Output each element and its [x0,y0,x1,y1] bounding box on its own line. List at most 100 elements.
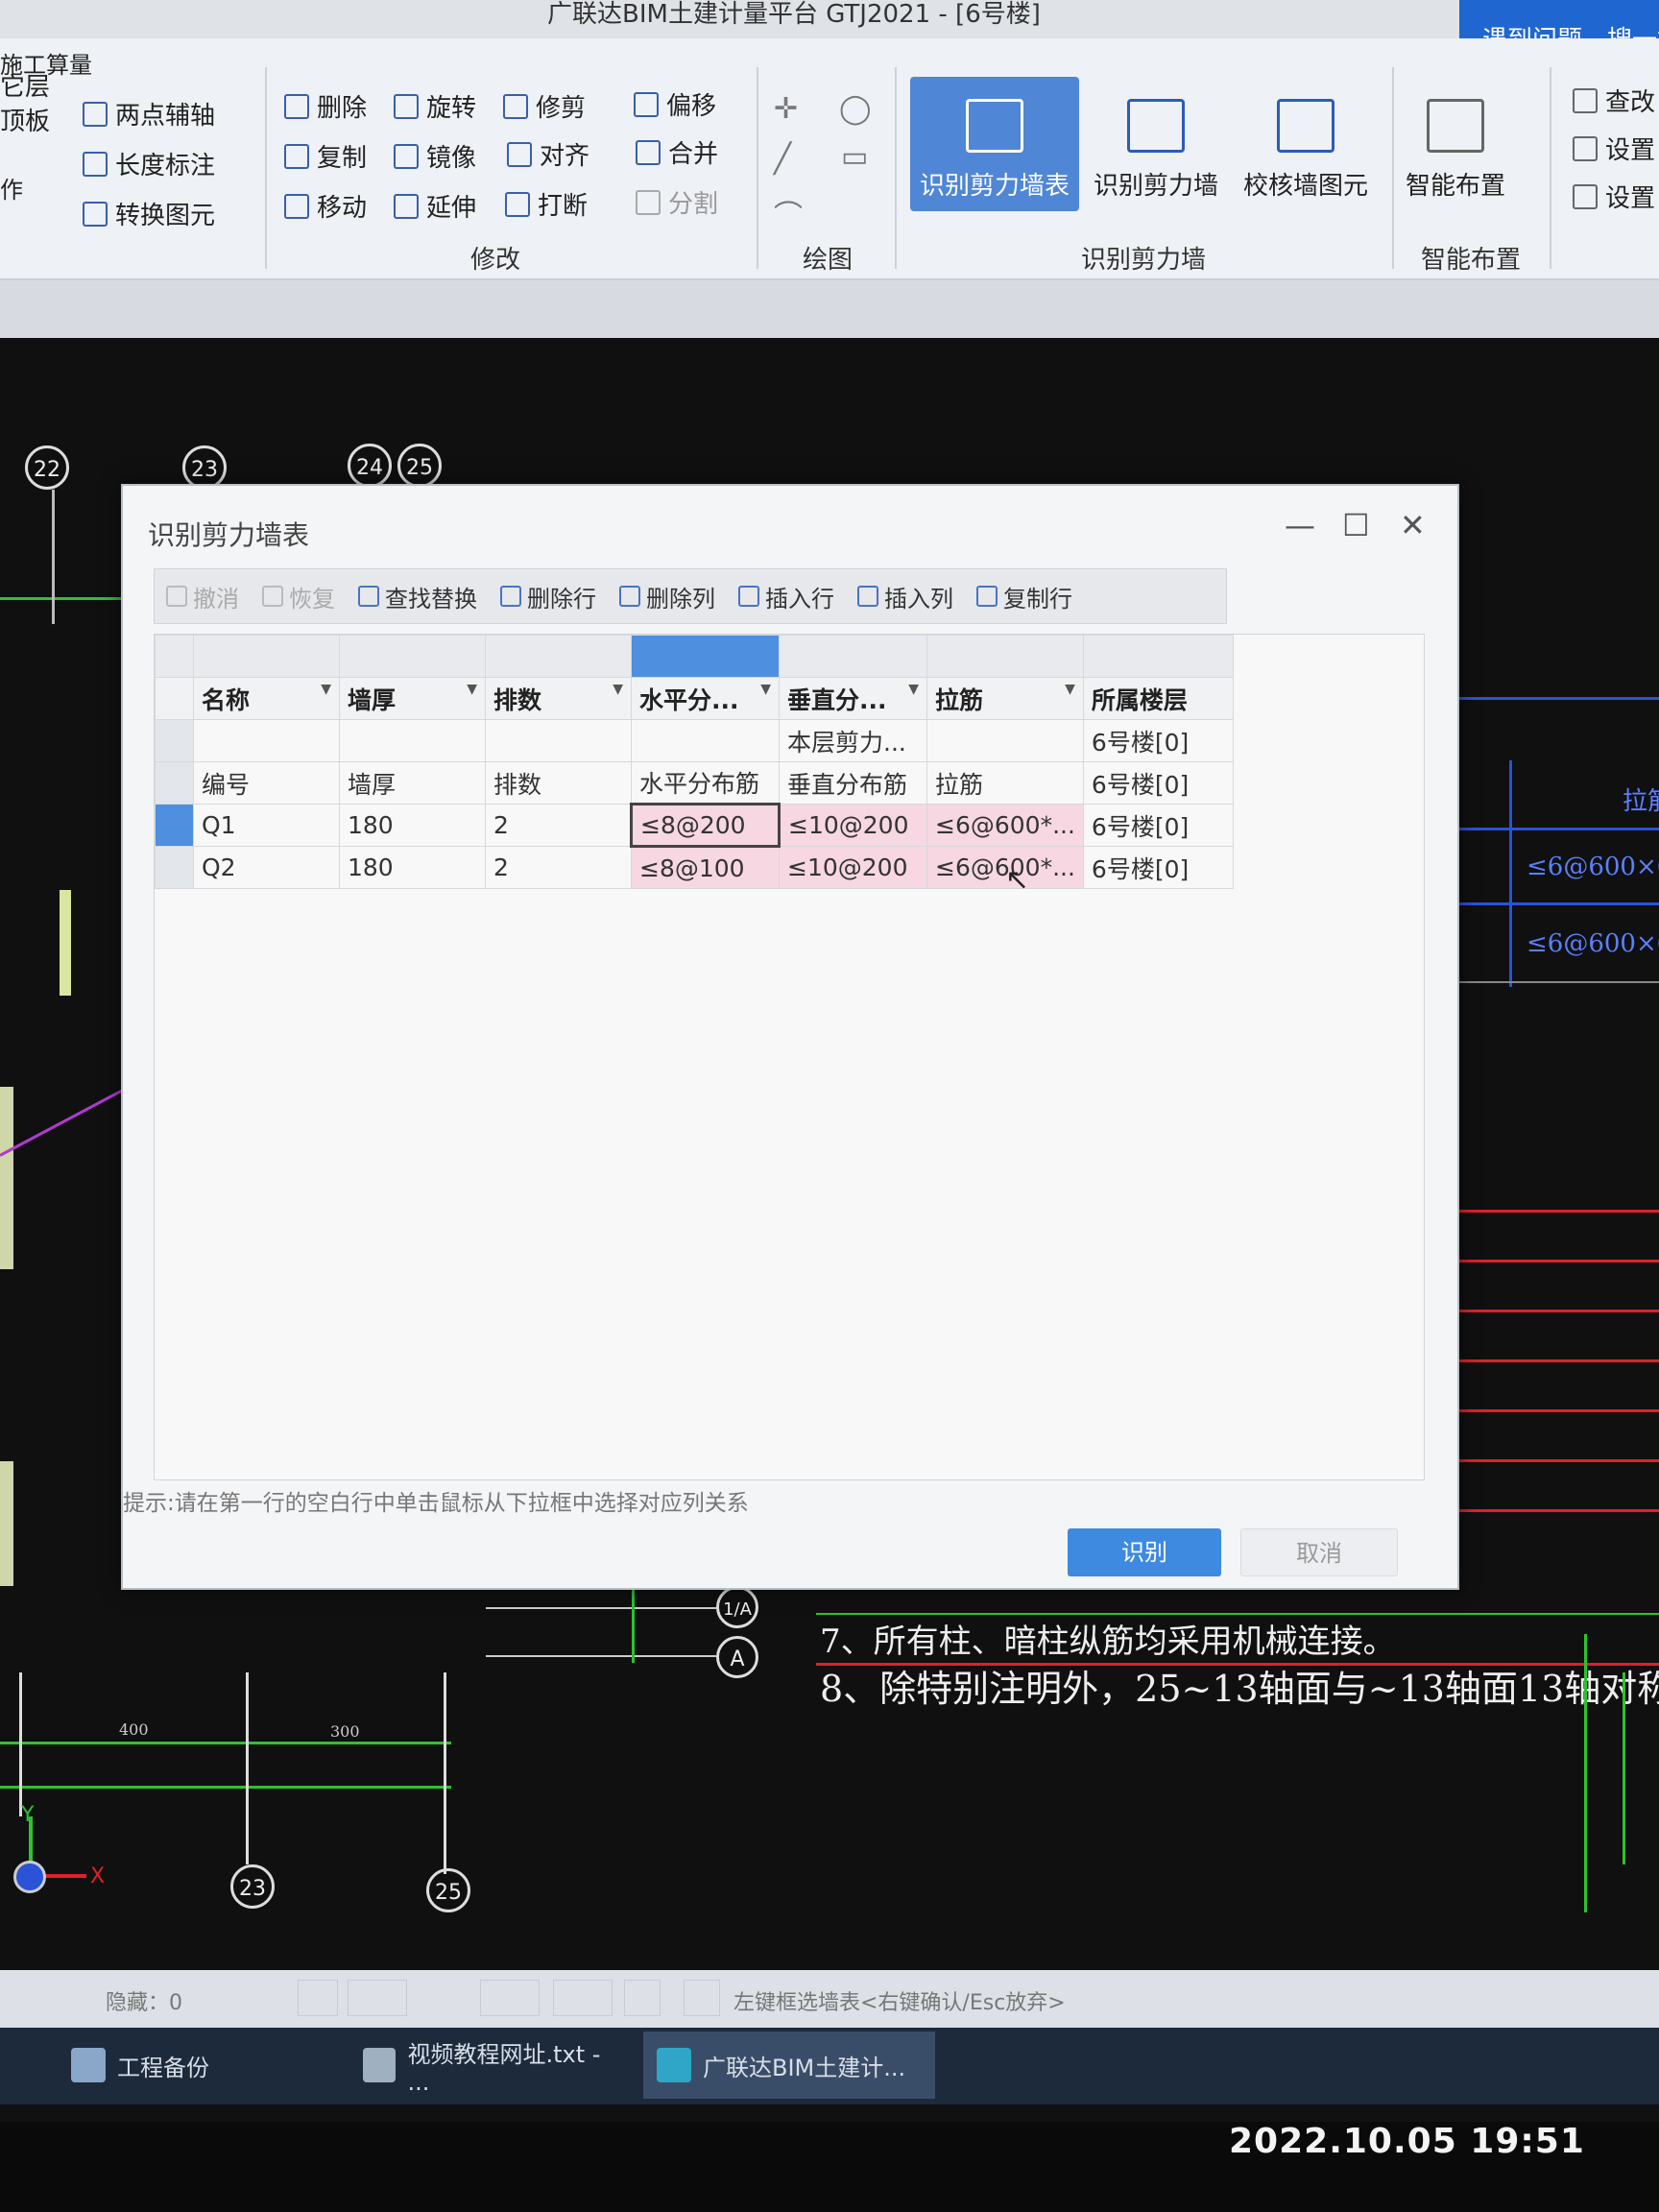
convert-button[interactable]: 转换图元 [83,196,215,231]
table-cell[interactable]: 6号楼[0] [1082,846,1234,889]
table-cell[interactable]: 180 [339,846,486,889]
table-cell[interactable]: 6号楼[0] [1082,804,1234,847]
table-cell[interactable]: Q2 [193,846,340,889]
table-cell[interactable]: Q1 [193,804,340,847]
table-cell[interactable]: 墙厚 [339,761,486,805]
arc-tool-icon[interactable]: ⌒ [774,192,803,234]
table-cell[interactable] [339,719,486,762]
cancel-button[interactable]: 取消 [1240,1528,1398,1576]
rect-tool-icon[interactable]: ▭ [841,140,868,174]
smart-layout-button[interactable]: 智能布置 [1382,77,1528,211]
status-tool-icon[interactable] [298,1980,338,2016]
table-cell-highlighted[interactable]: ≤6@600*... [926,804,1084,847]
column-mapping-dropdown[interactable]: 拉筋 ▼ [926,677,1084,720]
split-button[interactable]: 分割 [636,184,718,220]
column-mapping-dropdown[interactable]: 排数 ▼ [485,677,632,720]
row-header[interactable] [155,846,194,889]
status-tool-icon[interactable] [624,1980,661,2016]
delete-column-button[interactable]: 删除列 [608,580,727,613]
taskbar-item[interactable]: 视频教程网址.txt - ... [349,2032,634,2099]
row-header[interactable] [155,677,194,720]
trim-button[interactable]: 修剪 [503,88,586,124]
delete-row-button[interactable]: 删除行 [489,580,608,613]
break-button[interactable]: 打断 [505,186,588,222]
minimize-icon[interactable]: — [1285,507,1315,543]
ribbon-partial-item[interactable]: 它层 [0,67,50,103]
maximize-icon[interactable]: ☐ [1342,507,1370,543]
merge-button[interactable]: 合并 [636,134,718,170]
column-mapping-dropdown[interactable]: 名称 ▼ [193,677,340,720]
column-selector[interactable] [926,635,1084,678]
ribbon-partial-item[interactable]: 作 [0,171,23,204]
ribbon-partial-item[interactable]: 顶板 [0,102,50,137]
row-header-selected[interactable] [155,804,194,847]
table-cell[interactable]: 本层剪力... [779,719,927,762]
table-cell[interactable] [631,719,780,762]
taskbar-item[interactable]: 工程备份 [58,2032,336,2099]
table-cell[interactable] [485,719,632,762]
extend-button[interactable]: 延伸 [394,188,476,224]
corner-cell[interactable] [155,635,194,678]
redo-button[interactable]: 恢复 [251,580,347,613]
column-mapping-dropdown[interactable]: 水平分... ▼ [631,677,780,720]
table-cell[interactable]: 编号 [193,761,340,805]
table-cell[interactable]: 6号楼[0] [1082,719,1234,762]
recognize-wall-table-button[interactable]: 识别剪力墙表 [910,77,1079,211]
column-mapping-dropdown[interactable]: 所属楼层 [1082,677,1234,720]
recognize-wall-button[interactable]: 识别剪力墙 [1079,77,1233,211]
point-tool-icon[interactable]: ✛ [774,92,798,126]
check-wall-button[interactable]: 校核墙图元 [1225,77,1386,211]
table-cell[interactable]: 180 [339,804,486,847]
table-cell-highlighted[interactable]: ≤10@200 [779,804,927,847]
close-icon[interactable]: ✕ [1400,507,1426,543]
copy-row-button[interactable]: 复制行 [965,580,1084,613]
column-mapping-dropdown[interactable]: 垂直分... ▼ [779,677,927,720]
row-header[interactable] [155,761,194,805]
column-selector[interactable] [485,635,632,678]
column-selector[interactable] [779,635,927,678]
table-cell[interactable]: 2 [485,846,632,889]
axis-assist-button[interactable]: 两点辅轴 [83,96,215,132]
copy-button[interactable]: 复制 [284,138,367,174]
table-cell[interactable]: 拉筋 [926,761,1084,805]
row-header[interactable] [155,719,194,762]
undo-button[interactable]: 撤消 [155,580,251,613]
find-replace-button[interactable]: 查找替换 [347,580,489,613]
align-button[interactable]: 对齐 [507,136,589,172]
delete-button[interactable]: 删除 [284,88,367,124]
settings-button-2[interactable]: 设置 [1573,179,1655,214]
move-button[interactable]: 移动 [284,188,367,224]
query-button[interactable]: 查改 [1573,83,1655,118]
table-cell[interactable]: 6号楼[0] [1082,761,1234,805]
line-tool-icon[interactable]: ╱ [774,142,791,176]
status-tool-icon[interactable] [553,1980,613,2016]
settings-button[interactable]: 设置 [1573,131,1655,166]
rotate-button[interactable]: 旋转 [394,88,476,124]
table-cell[interactable] [926,719,1084,762]
table-cell-highlighted[interactable]: ≤8@100 [631,846,780,889]
table-cell[interactable] [193,719,340,762]
rotate-label: 旋转 [426,94,477,123]
table-cell-highlighted[interactable]: ≤10@200 [779,846,927,889]
table-cell[interactable]: 排数 [485,761,632,805]
offset-button[interactable]: 偏移 [634,86,716,122]
table-cell-selected[interactable]: ≤8@200 [630,803,781,848]
column-selector[interactable] [339,635,486,678]
table-cell[interactable]: 2 [485,804,632,847]
taskbar-item-active[interactable]: 广联达BIM土建计... [643,2032,935,2099]
recognize-button[interactable]: 识别 [1068,1528,1221,1576]
insert-column-button[interactable]: 插入列 [846,580,965,613]
table-cell[interactable]: 水平分布筋 [631,761,780,805]
table-cell[interactable]: 垂直分布筋 [779,761,927,805]
column-mapping-dropdown[interactable]: 墙厚 ▼ [339,677,486,720]
length-dim-button[interactable]: 长度标注 [83,146,215,181]
mirror-button[interactable]: 镜像 [394,138,476,174]
column-selector[interactable] [1082,635,1234,678]
status-tool-icon[interactable] [348,1980,407,2016]
column-selector[interactable] [193,635,340,678]
column-selector-selected[interactable] [631,635,780,678]
insert-row-button[interactable]: 插入行 [727,580,846,613]
status-tool-icon[interactable] [684,1980,720,2016]
circle-tool-icon[interactable]: ◯ [839,92,872,126]
status-tool-icon[interactable] [480,1980,540,2016]
